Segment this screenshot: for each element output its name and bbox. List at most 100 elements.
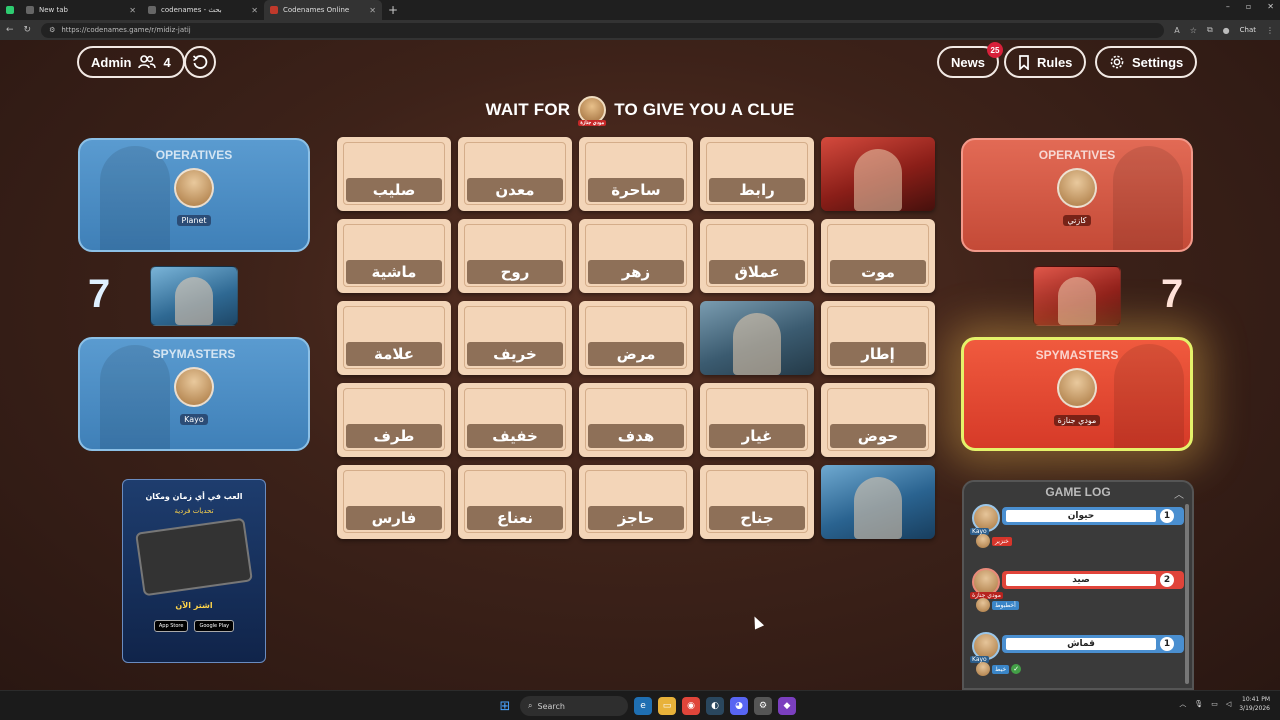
close-icon[interactable]: ✕ (369, 6, 376, 15)
mouse-cursor-icon (749, 614, 765, 630)
tab-codenames[interactable]: Codenames Online ✕ (264, 0, 382, 20)
word-card[interactable]: روح (458, 219, 572, 293)
app-store-badge[interactable]: App Store (153, 620, 189, 632)
new-tab-button[interactable]: + (388, 3, 398, 17)
player-name: Kayo (180, 414, 208, 425)
word-card[interactable]: نعناع (458, 465, 572, 539)
settings-app-icon[interactable]: ⚙ (754, 697, 772, 715)
word-card[interactable]: حوض (821, 383, 935, 457)
undo-icon (192, 55, 208, 69)
word-card[interactable]: إطار (821, 301, 935, 375)
window-controls: – ▫ ✕ (1226, 2, 1274, 11)
player-name: كازتي (1063, 215, 1091, 226)
volume-icon[interactable]: ◁ (1226, 700, 1231, 708)
address-bar: ← ↻ ⚙ https://codenames.game/r/midiz-jat… (0, 20, 1280, 40)
ad-cta[interactable]: اشتر الآن (123, 601, 265, 610)
word-card[interactable]: علامة (337, 301, 451, 375)
tray-overflow-icon[interactable]: ︿ (1179, 699, 1186, 709)
card-word: جناح (709, 506, 805, 530)
guess-row: خيط ✓ (976, 662, 1022, 676)
rules-button[interactable]: Rules (1004, 46, 1087, 78)
chrome-icon[interactable]: ◉ (682, 697, 700, 715)
blue-operatives-panel[interactable]: OPERATIVES Planet (78, 138, 310, 252)
clue-number: 1 (1160, 509, 1174, 523)
menu-icon[interactable]: ⋮ (1266, 26, 1274, 35)
clue-bar: قماش 1 (1002, 635, 1184, 653)
clue-word: حيوان (1006, 510, 1156, 522)
taskbar-search[interactable]: ⌕ Search (520, 696, 628, 716)
card-word: عملاق (709, 260, 805, 284)
edge-icon[interactable]: e (634, 697, 652, 715)
folder-icon[interactable]: ▭ (658, 697, 676, 715)
tab-new-tab[interactable]: New tab ✕ (20, 0, 142, 20)
banner-text-after: TO GIVE YOU A CLUE (614, 100, 795, 119)
card-word: نعناع (467, 506, 563, 530)
site-info-icon[interactable]: ⚙ (49, 26, 55, 34)
steam-icon[interactable]: ◐ (706, 697, 724, 715)
browser-tab-bar: New tab ✕ codenames - بحث ✕ Codenames Onli… (0, 0, 1280, 20)
back-icon[interactable]: ← (6, 25, 14, 35)
guess-word: خنزير (992, 536, 1012, 546)
chat-button[interactable]: Chat (1240, 26, 1256, 34)
google-play-badge[interactable]: Google Play (194, 620, 235, 632)
news-button[interactable]: News 25 (937, 42, 1003, 78)
game-page: Admin 4 News 25 Rules Settings WAIT FOR … (0, 40, 1280, 690)
agent-figure (733, 313, 781, 375)
rules-label: Rules (1037, 54, 1073, 70)
clock[interactable]: 10:41 PM 3/19/2026 (1239, 695, 1270, 713)
minimize-button[interactable]: – (1226, 2, 1230, 11)
network-icon[interactable]: ▭ (1211, 700, 1218, 708)
word-card[interactable]: ساحرة (579, 137, 693, 211)
microphone-icon[interactable]: 🎙 (1194, 700, 1203, 708)
log-scrollbar[interactable] (1185, 504, 1189, 684)
word-card[interactable]: ماشية (337, 219, 451, 293)
word-card[interactable]: صليب (337, 137, 451, 211)
word-card[interactable]: خريف (458, 301, 572, 375)
blue-spymasters-panel[interactable]: SPYMASTERS Kayo (78, 337, 310, 451)
word-card[interactable]: هدف (579, 383, 693, 457)
word-card[interactable]: فارس (337, 465, 451, 539)
red-spymasters-panel[interactable]: SPYMASTERS مودي جنازة (961, 337, 1193, 451)
tab-app-icon[interactable] (0, 0, 20, 20)
profile-icon[interactable]: ● (1223, 26, 1230, 35)
advertisement[interactable]: العب في أي زمان ومكان تحديات فردية اشتر … (122, 479, 266, 663)
revealed-agent-card[interactable] (700, 301, 814, 375)
system-tray: ︿ 🎙 ▭ ◁ 10:41 PM 3/19/2026 (1179, 695, 1270, 713)
discord-icon[interactable]: ◕ (730, 697, 748, 715)
url-field[interactable]: ⚙ https://codenames.game/r/midiz-jatij (41, 22, 1165, 38)
tab-title: New tab (39, 6, 68, 14)
clue-number: 2 (1160, 573, 1174, 587)
maximize-button[interactable]: ▫ (1246, 2, 1251, 11)
word-card[interactable]: عملاق (700, 219, 814, 293)
word-card[interactable]: جناح (700, 465, 814, 539)
close-window-button[interactable]: ✕ (1267, 2, 1274, 11)
users-icon (138, 55, 157, 69)
word-card[interactable]: حاجز (579, 465, 693, 539)
translate-icon[interactable]: A (1174, 26, 1179, 35)
revealed-agent-card[interactable] (821, 465, 935, 539)
close-icon[interactable]: ✕ (251, 6, 258, 15)
red-operatives-panel[interactable]: OPERATIVES كازتي (961, 138, 1193, 252)
word-card[interactable]: رابط (700, 137, 814, 211)
tab-search[interactable]: codenames - بحث ✕ (142, 0, 264, 20)
admin-button[interactable]: Admin 4 (77, 46, 185, 78)
word-card[interactable]: مرض (579, 301, 693, 375)
word-card[interactable]: طرف (337, 383, 451, 457)
bookmark-star-icon[interactable]: ☆ (1190, 26, 1197, 35)
close-icon[interactable]: ✕ (129, 6, 136, 15)
word-card[interactable]: معدن (458, 137, 572, 211)
blue-score: 7 (88, 272, 111, 316)
windows-start-icon[interactable]: ⊞ (496, 697, 514, 715)
extensions-icon[interactable]: ⧉ (1207, 25, 1213, 35)
app-icon[interactable]: ◆ (778, 697, 796, 715)
word-card[interactable]: غيار (700, 383, 814, 457)
word-card[interactable]: زهر (579, 219, 693, 293)
settings-button[interactable]: Settings (1095, 46, 1198, 78)
chevron-up-icon[interactable]: ︿ (1174, 486, 1184, 501)
reset-game-button[interactable] (184, 46, 216, 78)
reload-icon[interactable]: ↻ (24, 25, 32, 35)
search-label: Search (537, 701, 565, 711)
word-card[interactable]: خفيف (458, 383, 572, 457)
revealed-agent-card[interactable] (821, 137, 935, 211)
word-card[interactable]: موت (821, 219, 935, 293)
